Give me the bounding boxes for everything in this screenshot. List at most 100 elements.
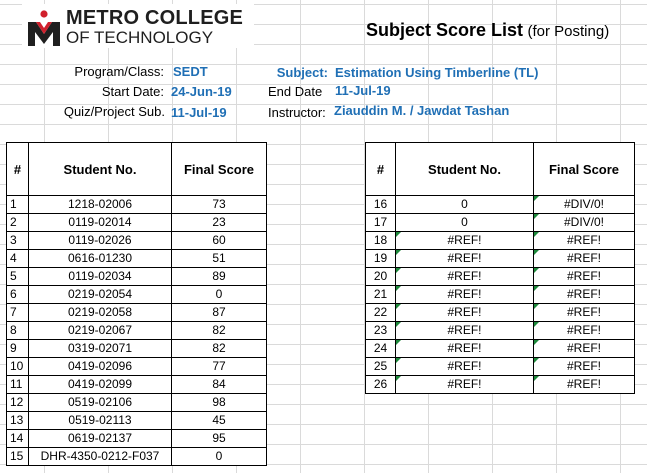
start-date-value[interactable]: 24-Jun-19: [171, 84, 232, 99]
header-final-score: Final Score: [533, 142, 635, 196]
subject-value[interactable]: Estimation Using Timberline (TL): [335, 65, 538, 80]
logo-text-line1: METRO COLLEGE: [66, 7, 244, 29]
final-score-cell[interactable]: 60: [171, 231, 267, 250]
table-row: 13 0519-02113 45: [6, 411, 267, 430]
table-row: 18 #REF! #REF!: [365, 231, 635, 250]
student-no-cell[interactable]: 0119-02026: [28, 231, 172, 250]
instructor-value[interactable]: Ziauddin M. / Jawdat Tashan: [334, 103, 509, 118]
program-value[interactable]: SEDT: [173, 64, 208, 79]
row-number-cell[interactable]: 24: [365, 339, 396, 358]
student-no-cell[interactable]: #REF!: [395, 375, 534, 394]
row-number-cell[interactable]: 5: [6, 267, 29, 286]
metro-logo-icon: [28, 10, 60, 46]
instructor-label: Instructor:: [268, 105, 326, 120]
student-no-cell[interactable]: #REF!: [395, 321, 534, 340]
row-number-cell[interactable]: 6: [6, 285, 29, 304]
student-no-cell[interactable]: #REF!: [395, 339, 534, 358]
header-student-no: Student No.: [28, 142, 172, 196]
student-no-cell[interactable]: 0119-02034: [28, 267, 172, 286]
student-no-cell[interactable]: 1218-02006: [28, 195, 172, 214]
row-number-cell[interactable]: 15: [6, 447, 29, 466]
student-no-cell[interactable]: 0219-02058: [28, 303, 172, 322]
student-no-cell[interactable]: 0419-02099: [28, 375, 172, 394]
student-no-cell[interactable]: 0219-02054: [28, 285, 172, 304]
final-score-cell[interactable]: 98: [171, 393, 267, 412]
row-number-cell[interactable]: 11: [6, 375, 29, 394]
row-number-cell[interactable]: 17: [365, 213, 396, 232]
final-score-cell[interactable]: 95: [171, 429, 267, 448]
row-number-cell[interactable]: 8: [6, 321, 29, 340]
table-row: 17 0 #DIV/0!: [365, 213, 635, 232]
student-no-cell[interactable]: 0319-02071: [28, 339, 172, 358]
row-number-cell[interactable]: 12: [6, 393, 29, 412]
row-number-cell[interactable]: 3: [6, 231, 29, 250]
final-score-cell[interactable]: #DIV/0!: [533, 213, 635, 232]
final-score-cell[interactable]: #REF!: [533, 321, 635, 340]
student-no-cell[interactable]: #REF!: [395, 357, 534, 376]
row-number-cell[interactable]: 1: [6, 195, 29, 214]
row-number-cell[interactable]: 4: [6, 249, 29, 268]
final-score-cell[interactable]: 82: [171, 339, 267, 358]
student-no-cell[interactable]: 0: [395, 213, 534, 232]
row-number-cell[interactable]: 25: [365, 357, 396, 376]
row-number-cell[interactable]: 10: [6, 357, 29, 376]
table-row: 5 0119-02034 89: [6, 267, 267, 286]
table-row: 11 0419-02099 84: [6, 375, 267, 394]
quiz-date-value[interactable]: 11-Jul-19: [171, 105, 227, 120]
row-number-cell[interactable]: 19: [365, 249, 396, 268]
final-score-cell[interactable]: 45: [171, 411, 267, 430]
final-score-cell[interactable]: #REF!: [533, 249, 635, 268]
final-score-cell[interactable]: 84: [171, 375, 267, 394]
final-score-cell[interactable]: #REF!: [533, 231, 635, 250]
final-score-cell[interactable]: 82: [171, 321, 267, 340]
table-row: 21 #REF! #REF!: [365, 285, 635, 304]
student-no-cell[interactable]: DHR-4350-0212-F037: [28, 447, 172, 466]
row-number-cell[interactable]: 18: [365, 231, 396, 250]
final-score-cell[interactable]: 23: [171, 213, 267, 232]
student-no-cell[interactable]: 0119-02014: [28, 213, 172, 232]
student-no-cell[interactable]: #REF!: [395, 231, 534, 250]
row-number-cell[interactable]: 22: [365, 303, 396, 322]
row-number-cell[interactable]: 9: [6, 339, 29, 358]
student-no-cell[interactable]: #REF!: [395, 267, 534, 286]
student-no-cell[interactable]: 0519-02113: [28, 411, 172, 430]
row-number-cell[interactable]: 21: [365, 285, 396, 304]
final-score-cell[interactable]: 77: [171, 357, 267, 376]
row-number-cell[interactable]: 20: [365, 267, 396, 286]
student-no-cell[interactable]: #REF!: [395, 285, 534, 304]
student-no-cell[interactable]: 0219-02067: [28, 321, 172, 340]
final-score-cell[interactable]: 0: [171, 285, 267, 304]
final-score-cell[interactable]: 87: [171, 303, 267, 322]
student-no-cell[interactable]: 0616-01230: [28, 249, 172, 268]
row-number-cell[interactable]: 2: [6, 213, 29, 232]
final-score-cell[interactable]: #REF!: [533, 303, 635, 322]
subject-label: Subject:: [276, 65, 328, 80]
final-score-cell[interactable]: #REF!: [533, 285, 635, 304]
student-no-cell[interactable]: 0419-02096: [28, 357, 172, 376]
final-score-cell[interactable]: #DIV/0!: [533, 195, 635, 214]
final-score-cell[interactable]: #REF!: [533, 267, 635, 286]
row-number-cell[interactable]: 16: [365, 195, 396, 214]
student-no-cell[interactable]: 0619-02137: [28, 429, 172, 448]
quiz-label: Quiz/Project Sub.: [63, 104, 165, 119]
final-score-cell[interactable]: 89: [171, 267, 267, 286]
student-no-cell[interactable]: 0: [395, 195, 534, 214]
final-score-cell[interactable]: 51: [171, 249, 267, 268]
final-score-cell[interactable]: #REF!: [533, 375, 635, 394]
row-number-cell[interactable]: 26: [365, 375, 396, 394]
score-table-left: # Student No. Final Score 1 1218-02006 73 2…: [6, 142, 267, 466]
student-no-cell[interactable]: #REF!: [395, 303, 534, 322]
student-no-cell[interactable]: #REF!: [395, 249, 534, 268]
final-score-cell[interactable]: #REF!: [533, 357, 635, 376]
student-no-cell[interactable]: 0519-02106: [28, 393, 172, 412]
row-number-cell[interactable]: 23: [365, 321, 396, 340]
final-score-cell[interactable]: #REF!: [533, 339, 635, 358]
table-row: 15 DHR-4350-0212-F037 0: [6, 447, 267, 466]
row-number-cell[interactable]: 14: [6, 429, 29, 448]
end-date-value[interactable]: 11-Jul-19: [335, 83, 391, 98]
final-score-cell[interactable]: 0: [171, 447, 267, 466]
row-number-cell[interactable]: 13: [6, 411, 29, 430]
final-score-cell[interactable]: 73: [171, 195, 267, 214]
row-number-cell[interactable]: 7: [6, 303, 29, 322]
table-row: 8 0219-02067 82: [6, 321, 267, 340]
